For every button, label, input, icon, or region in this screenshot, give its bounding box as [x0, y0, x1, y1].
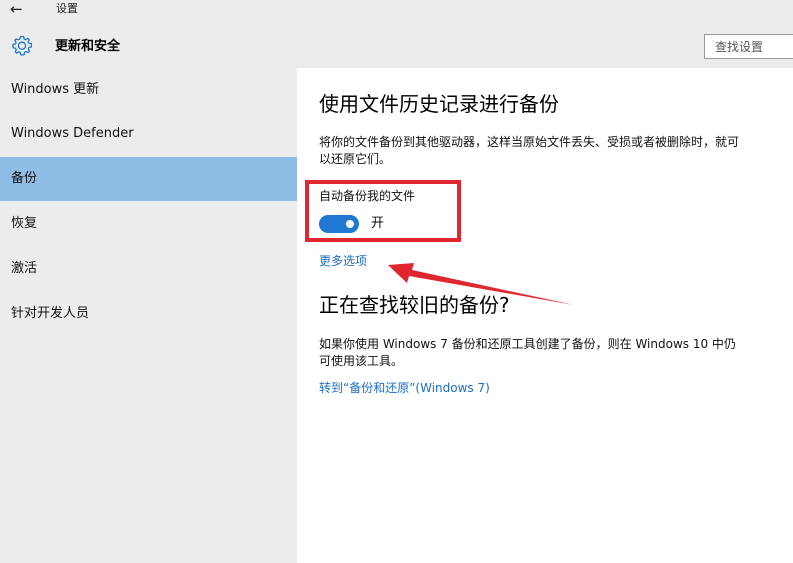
more-options-link[interactable]: 更多选项	[319, 253, 367, 269]
main-content: 使用文件历史记录进行备份 将你的文件备份到其他驱动器，这样当原始文件丢失、受损或…	[297, 68, 793, 563]
auto-backup-label: 自动备份我的文件	[319, 189, 416, 203]
page-title: 更新和安全	[55, 39, 121, 54]
section-title-file-history: 使用文件历史记录进行备份	[319, 92, 559, 116]
sidebar-item-windows-defender[interactable]: Windows Defender	[0, 112, 297, 156]
sidebar-item-activation[interactable]: 激活	[0, 247, 297, 291]
title-bar: ← 设置 更新和安全	[0, 0, 793, 68]
sidebar-item-backup[interactable]: 备份	[0, 157, 297, 201]
auto-backup-toggle[interactable]	[319, 215, 359, 233]
sidebar: Windows 更新 Windows Defender 备份 恢复 激活 针对开…	[0, 68, 297, 563]
older-backup-description: 如果你使用 Windows 7 备份和还原工具创建了备份，则在 Windows …	[319, 337, 736, 368]
toggle-state-text: 开	[371, 216, 385, 231]
sidebar-item-windows-update[interactable]: Windows 更新	[0, 68, 297, 112]
backup-restore-win7-link[interactable]: 转到“备份和还原”(Windows 7)	[319, 380, 490, 396]
toggle-knob	[346, 220, 354, 228]
sidebar-item-recovery[interactable]: 恢复	[0, 202, 297, 246]
back-arrow-icon[interactable]: ←	[10, 0, 23, 20]
gear-icon	[12, 35, 33, 56]
app-title: 设置	[56, 2, 78, 15]
search-input[interactable]	[704, 34, 793, 59]
file-history-description: 将你的文件备份到其他驱动器，这样当原始文件丢失、受损或者被删除时，就可以还原它们…	[319, 135, 740, 166]
section-title-older-backup: 正在查找较旧的备份?	[319, 293, 510, 317]
sidebar-item-developers[interactable]: 针对开发人员	[0, 292, 297, 336]
